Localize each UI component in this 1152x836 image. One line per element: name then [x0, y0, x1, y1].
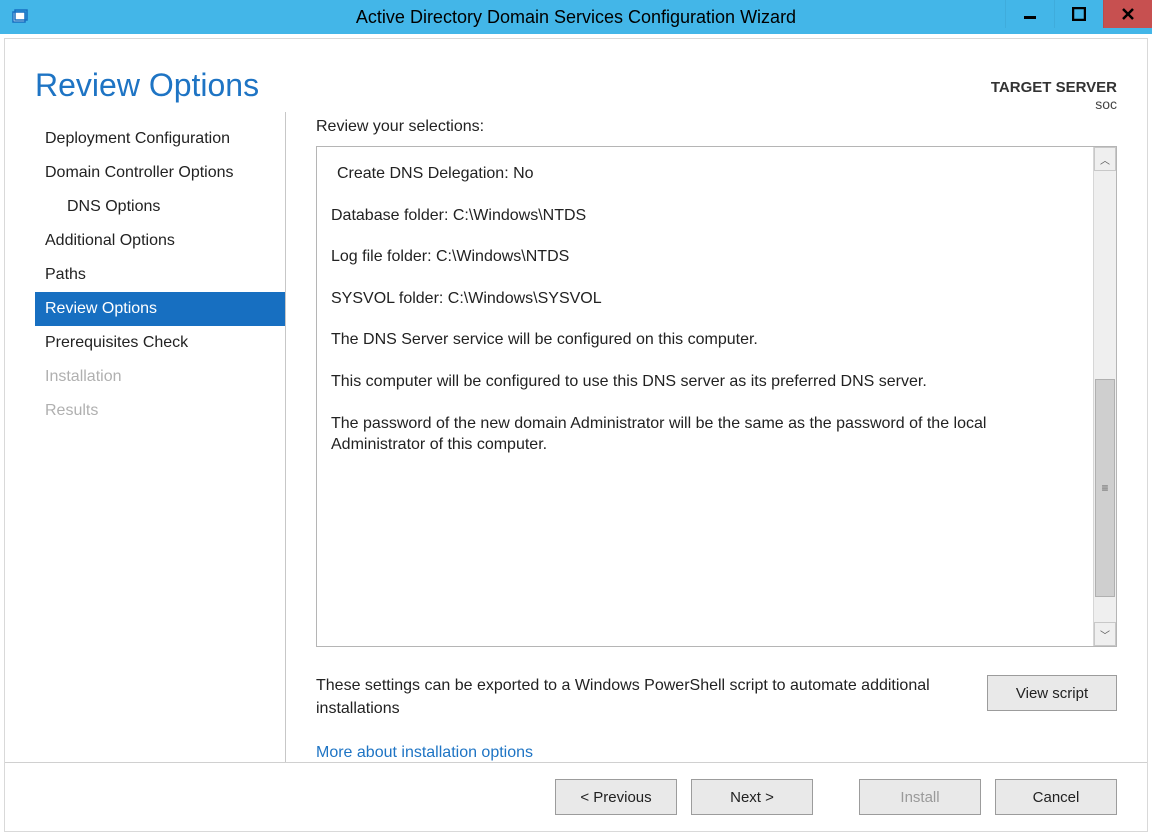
app-icon [8, 5, 32, 29]
scroll-up-button[interactable]: ︿ [1094, 147, 1116, 171]
review-line: The password of the new domain Administr… [331, 413, 1079, 456]
wizard-step-additional-options[interactable]: Additional Options [35, 224, 285, 258]
minimize-button[interactable] [1005, 0, 1054, 28]
titlebar: Active Directory Domain Services Configu… [0, 0, 1152, 34]
footer: < Previous Next > Install Cancel [5, 762, 1147, 831]
window-title: Active Directory Domain Services Configu… [0, 7, 1152, 28]
previous-button[interactable]: < Previous [555, 779, 677, 815]
wizard-window: Active Directory Domain Services Configu… [0, 0, 1152, 836]
review-line: SYSVOL folder: C:\Windows\SYSVOL [331, 288, 1079, 310]
export-hint: These settings can be exported to a Wind… [316, 675, 987, 720]
next-button[interactable]: Next > [691, 779, 813, 815]
wizard-step-domain-controller-options[interactable]: Domain Controller Options [35, 156, 285, 190]
wizard-body: Review Options TARGET SERVER soc Deploym… [4, 38, 1148, 832]
wizard-step-review-options[interactable]: Review Options [35, 292, 285, 326]
wizard-step-prerequisites-check[interactable]: Prerequisites Check [35, 326, 285, 360]
wizard-step-installation: Installation [35, 360, 285, 394]
scroll-track[interactable]: ≡ [1094, 171, 1116, 622]
wizard-step-dns-options[interactable]: DNS Options [35, 190, 285, 224]
target-server-label: TARGET SERVER [991, 79, 1117, 96]
close-button[interactable] [1103, 0, 1152, 28]
scroll-down-button[interactable]: ﹀ [1094, 622, 1116, 646]
review-line: Database folder: C:\Windows\NTDS [331, 205, 1079, 227]
review-heading: Review your selections: [316, 118, 1117, 136]
main-panel: Review your selections: Create DNS Deleg… [316, 112, 1117, 762]
view-script-button[interactable]: View script [987, 675, 1117, 711]
wizard-step-deployment-configuration[interactable]: Deployment Configuration [35, 122, 285, 156]
scroll-thumb[interactable]: ≡ [1095, 379, 1115, 598]
maximize-button[interactable] [1054, 0, 1103, 28]
scrollbar[interactable]: ︿ ≡ ﹀ [1093, 147, 1116, 646]
wizard-step-paths[interactable]: Paths [35, 258, 285, 292]
header: Review Options TARGET SERVER soc [5, 39, 1147, 112]
install-button[interactable]: Install [859, 779, 981, 815]
review-selections-text: Create DNS Delegation: No Database folder… [317, 147, 1093, 646]
wizard-steps-sidebar: Deployment ConfigurationDomain Controlle… [35, 112, 286, 762]
review-line: Log file folder: C:\Windows\NTDS [331, 246, 1079, 268]
content-area: Deployment ConfigurationDomain Controlle… [5, 112, 1147, 762]
target-server-value: soc [991, 96, 1117, 112]
window-buttons [1005, 0, 1152, 34]
wizard-step-results: Results [35, 394, 285, 428]
review-selections-box: Create DNS Delegation: No Database folder… [316, 146, 1117, 647]
cancel-button[interactable]: Cancel [995, 779, 1117, 815]
review-line: The DNS Server service will be configure… [331, 329, 1079, 351]
target-server-block: TARGET SERVER soc [991, 79, 1117, 112]
more-info-link[interactable]: More about installation options [316, 744, 1117, 762]
review-line: This computer will be configured to use … [331, 371, 1079, 393]
review-line: Create DNS Delegation: No [331, 163, 1079, 185]
page-title: Review Options [35, 67, 1117, 104]
export-row: These settings can be exported to a Wind… [316, 647, 1117, 720]
